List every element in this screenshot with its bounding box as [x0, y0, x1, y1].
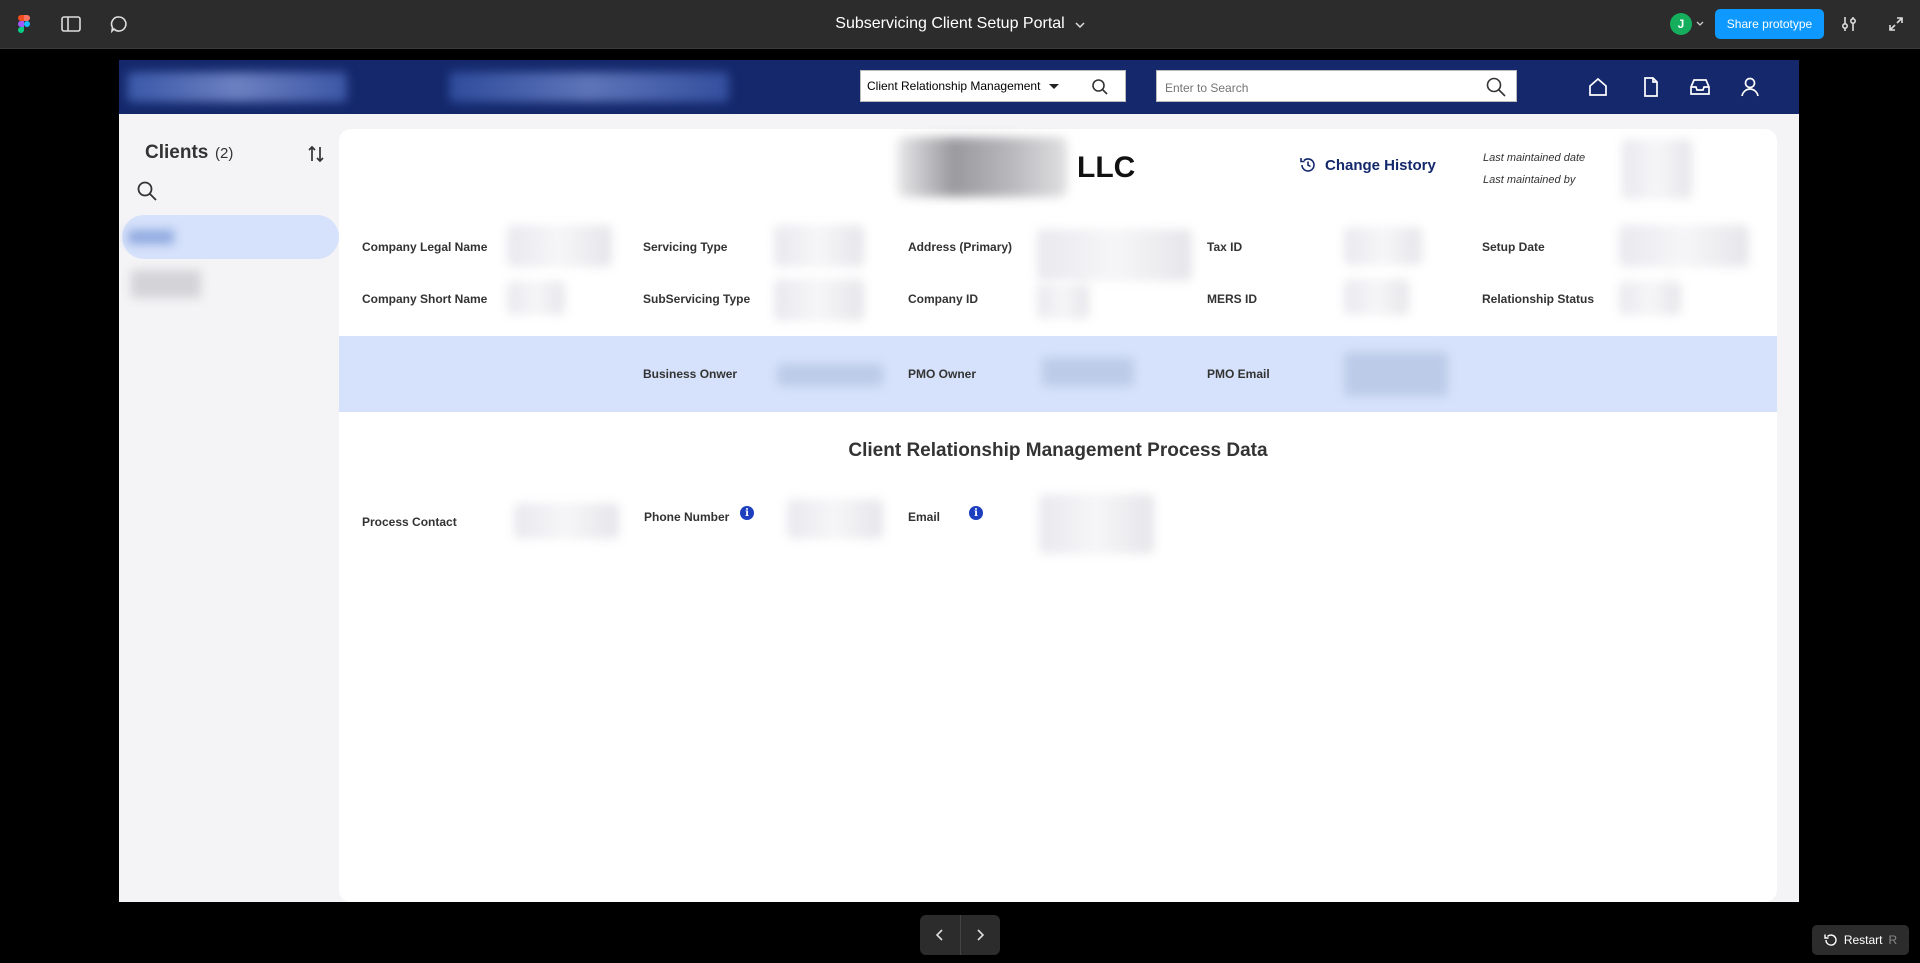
client-name-redacted: [128, 230, 174, 244]
chevron-down-icon[interactable]: [1075, 15, 1085, 33]
mers-id-value: [1344, 279, 1409, 315]
restart-label: Restart: [1843, 933, 1883, 947]
company-short-name-value: [507, 281, 565, 315]
process-contact-value: [514, 503, 619, 539]
company-legal-name-value: [507, 225, 612, 267]
client-detail-card: LLC Change History Last maintained date …: [339, 129, 1777, 902]
search-icon[interactable]: [1091, 78, 1109, 96]
phone-number-value: [787, 499, 883, 539]
servicing-type-value: [774, 225, 864, 267]
tax-id-label: Tax ID: [1207, 240, 1243, 254]
search-input[interactable]: [1163, 77, 1467, 99]
last-maintained-value: [1622, 139, 1692, 199]
address-primary-value: [1037, 229, 1192, 281]
company-id-label: Company ID: [908, 292, 979, 306]
figma-logo-icon[interactable]: [14, 14, 34, 34]
info-icon[interactable]: i: [740, 506, 754, 520]
sidebar-toggle-icon[interactable]: [60, 13, 82, 35]
sidebar-title: Clients: [145, 142, 209, 163]
app-name-redacted: [449, 72, 729, 102]
next-frame-button[interactable]: [961, 915, 1001, 955]
inbox-icon[interactable]: [1687, 74, 1713, 100]
file-title-text[interactable]: Subservicing Client Setup Portal: [835, 15, 1064, 33]
business-owner-label: Business Onwer: [643, 367, 738, 381]
avatar[interactable]: J: [1670, 13, 1692, 35]
company-name-redacted: [897, 137, 1067, 197]
global-search: [1156, 70, 1517, 102]
app-header: Client Relationship Management: [119, 60, 1799, 114]
tax-id-value: [1344, 227, 1422, 265]
client-count: (2): [215, 145, 234, 162]
prototype-frame: Client Relationship Management Enter to …: [119, 60, 1799, 902]
list-item[interactable]: [125, 264, 325, 306]
company-suffix: LLC: [1077, 151, 1136, 184]
process-contact-label: Process Contact: [362, 515, 457, 529]
client-sidebar: Clients (2): [119, 114, 339, 902]
comment-icon[interactable]: [108, 13, 130, 35]
change-history-label: Change History: [1325, 156, 1436, 174]
pmo-email-value: [1344, 352, 1448, 396]
file-title: Subservicing Client Setup Portal: [0, 0, 1920, 48]
restart-icon: [1824, 933, 1838, 947]
restart-shortcut: R: [1888, 933, 1898, 947]
owners-band: Business Onwer PMO Owner PMO Email: [339, 336, 1777, 412]
caret-down-icon: [1048, 83, 1060, 90]
module-select[interactable]: Client Relationship Management: [860, 70, 1126, 102]
address-primary-label: Address (Primary): [908, 240, 1013, 254]
relationship-status-label: Relationship Status: [1482, 292, 1595, 306]
user-icon[interactable]: [1737, 74, 1763, 100]
document-icon[interactable]: [1638, 74, 1664, 100]
chevron-left-icon: [935, 929, 944, 941]
list-item-selected[interactable]: [122, 215, 339, 259]
setup-date-label: Setup Date: [1482, 240, 1545, 254]
app-logo: [127, 72, 347, 102]
avatar-chevron-icon[interactable]: [1695, 18, 1705, 28]
business-owner-value: [777, 364, 883, 386]
process-section-title: Client Relationship Management Process D…: [848, 440, 1268, 461]
pmo-owner-value: [1042, 358, 1134, 386]
change-history-link[interactable]: Change History: [1299, 156, 1436, 174]
search-icon[interactable]: [136, 180, 158, 202]
pmo-email-label: PMO Email: [1207, 367, 1270, 381]
servicing-type-label: Servicing Type: [643, 240, 728, 254]
module-select-label: Client Relationship Management: [867, 79, 1041, 93]
company-short-name-label: Company Short Name: [362, 292, 488, 306]
prototype-toolbar: Subservicing Client Setup Portal J Share…: [0, 0, 1920, 49]
mers-id-label: MERS ID: [1207, 292, 1258, 306]
subservicing-type-label: SubServicing Type: [643, 292, 751, 306]
email-label: Email: [908, 510, 941, 524]
pmo-owner-label: PMO Owner: [908, 367, 977, 381]
info-icon[interactable]: i: [969, 506, 983, 520]
home-icon[interactable]: [1585, 74, 1611, 100]
chevron-right-icon: [976, 929, 985, 941]
company-legal-name-label: Company Legal Name: [362, 240, 488, 254]
search-icon[interactable]: [1486, 77, 1506, 97]
sort-icon[interactable]: [306, 144, 326, 164]
history-icon: [1299, 156, 1317, 174]
avatar-initial: J: [1677, 17, 1685, 31]
setup-date-value: [1619, 225, 1749, 267]
prototype-nav: [920, 915, 1000, 955]
subservicing-type-value: [774, 279, 864, 321]
email-value: [1039, 494, 1154, 554]
restart-button[interactable]: Restart R: [1812, 925, 1909, 955]
company-id-value: [1037, 283, 1089, 319]
client-name-redacted: [131, 270, 201, 298]
relationship-status-value: [1619, 281, 1681, 315]
last-maintained-date-label: Last maintained date: [1483, 152, 1586, 164]
previous-frame-button[interactable]: [920, 915, 961, 955]
expand-icon[interactable]: [1885, 13, 1907, 35]
settings-sliders-icon[interactable]: [1838, 13, 1860, 35]
share-prototype-button[interactable]: Share prototype: [1715, 9, 1824, 39]
phone-number-label: Phone Number: [644, 510, 730, 524]
last-maintained-by-label: Last maintained by: [1483, 174, 1576, 186]
